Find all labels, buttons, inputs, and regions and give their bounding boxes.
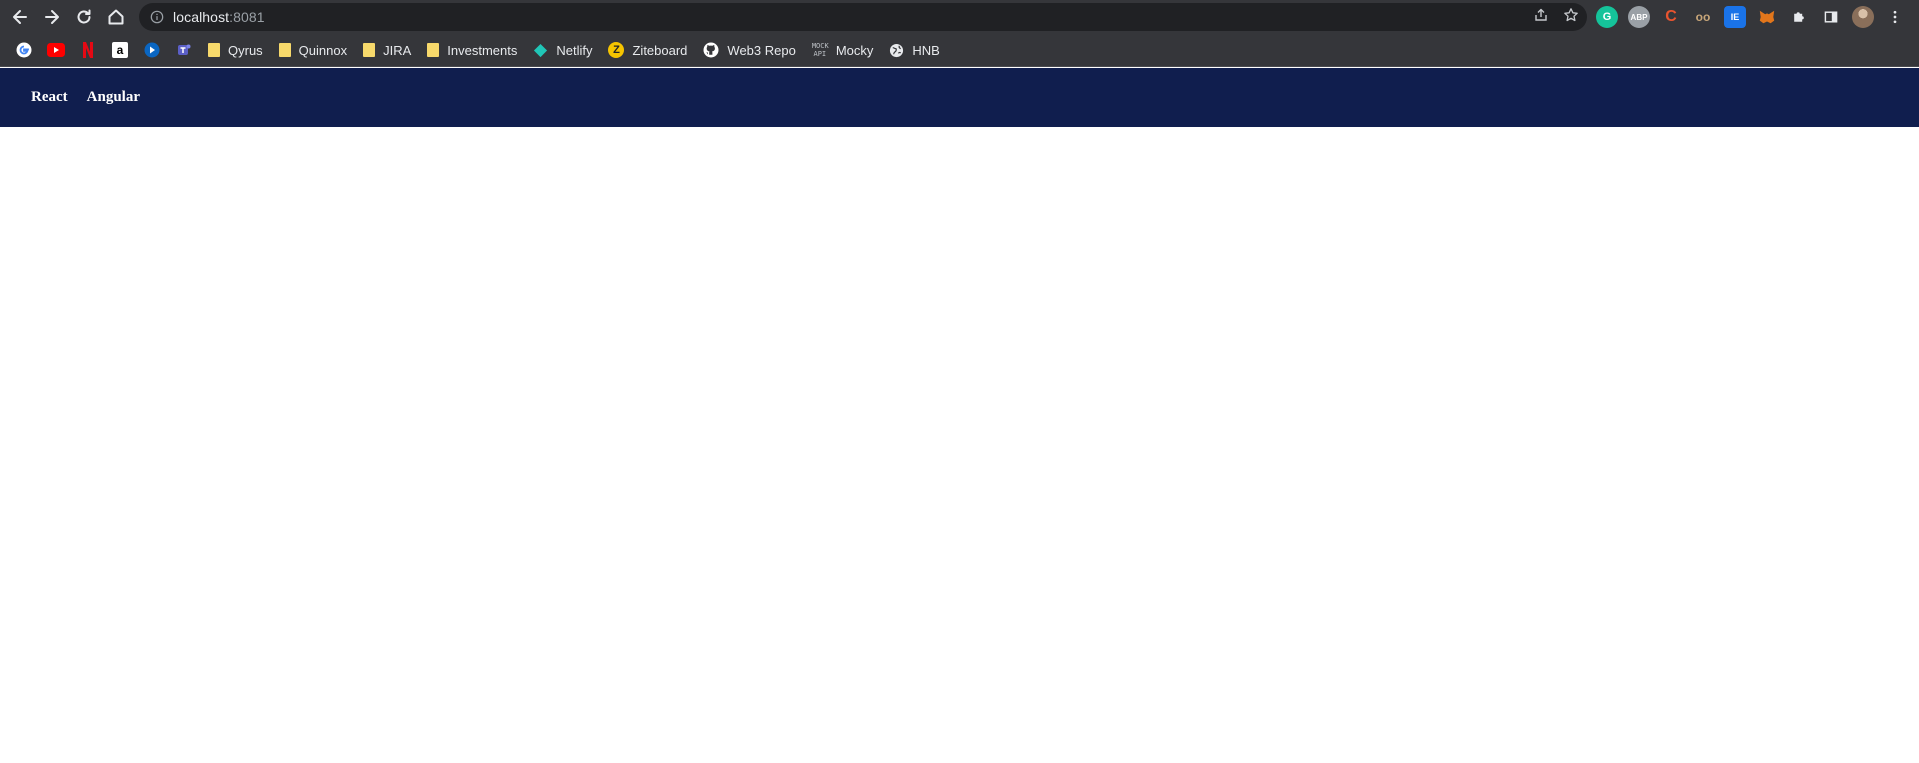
bookmark-netlify[interactable]: Netlify: [525, 36, 600, 64]
google-icon[interactable]: [8, 36, 40, 64]
back-button[interactable]: [4, 0, 36, 34]
bookmark-label: Netlify: [556, 42, 593, 58]
more-vert-icon[interactable]: [1884, 6, 1906, 28]
bookmark-label: HNB: [912, 42, 940, 58]
home-icon: [108, 9, 124, 25]
grammarly-icon[interactable]: G: [1596, 6, 1618, 28]
nav-link-react[interactable]: React: [31, 89, 68, 106]
bookmark-investments[interactable]: Investments: [419, 36, 525, 64]
bookmark-label: Mocky: [835, 42, 874, 58]
bookmark-web3-repo[interactable]: Web3 Repo: [695, 36, 803, 64]
netflix-icon[interactable]: [72, 36, 104, 64]
forward-button[interactable]: [36, 0, 68, 34]
puzzle-icon[interactable]: [1788, 6, 1810, 28]
folder-icon: [208, 43, 220, 57]
amazon-icon[interactable]: a: [104, 36, 136, 64]
forward-icon: [45, 10, 59, 24]
adblock-icon[interactable]: ABP: [1628, 6, 1650, 28]
play-icon[interactable]: [136, 36, 168, 64]
teams-icon[interactable]: [168, 36, 200, 64]
bookmark-ziteboard[interactable]: Z Ziteboard: [600, 36, 695, 64]
bookmark-label: Ziteboard: [632, 42, 688, 58]
bookmark-label: Qyrus: [228, 42, 263, 58]
extensions-area: G ABP C oo IE: [1596, 0, 1906, 34]
profile-avatar-icon[interactable]: [1852, 6, 1874, 28]
url-host: localhost: [173, 9, 230, 25]
page-content: [0, 127, 1919, 763]
bookmark-hnb[interactable]: HNB: [881, 36, 947, 64]
bookmark-qyrus[interactable]: Qyrus: [200, 36, 271, 64]
home-button[interactable]: [100, 0, 132, 34]
back-icon: [13, 10, 27, 24]
bookmark-jira[interactable]: JIRA: [355, 36, 419, 64]
youtube-icon[interactable]: [40, 36, 72, 64]
globe-icon: [890, 43, 904, 57]
share-icon[interactable]: [1533, 7, 1549, 28]
mocky-icon: MOCK API: [811, 42, 829, 58]
url-text[interactable]: localhost:8081: [173, 9, 265, 25]
blue-square-extension-icon[interactable]: IE: [1724, 6, 1746, 28]
bookmark-quinnox[interactable]: Quinnox: [271, 36, 355, 64]
bookmark-label: Quinnox: [298, 42, 348, 58]
reload-button[interactable]: [68, 0, 100, 34]
url-port: :8081: [229, 9, 265, 25]
folder-icon: [278, 43, 291, 57]
owl-extension-icon[interactable]: oo: [1692, 6, 1714, 28]
browser-toolbar: localhost:8081 G ABP C oo IE: [0, 0, 1919, 34]
c-extension-icon[interactable]: C: [1660, 6, 1682, 28]
side-panel-icon[interactable]: [1820, 6, 1842, 28]
star-icon[interactable]: [1563, 7, 1579, 28]
app-navbar: React Angular: [0, 68, 1919, 127]
bookmarks-bar: a Qyrus Quinnox JIRA Investments Netlify…: [0, 34, 1919, 67]
reload-icon: [77, 9, 91, 24]
folder-icon: [427, 43, 440, 57]
bookmark-label: JIRA: [383, 42, 412, 58]
info-icon[interactable]: [149, 9, 165, 25]
folder-icon: [363, 43, 376, 57]
bookmark-label: Investments: [447, 42, 518, 58]
nav-link-angular[interactable]: Angular: [87, 89, 140, 106]
metamask-icon[interactable]: [1756, 6, 1778, 28]
ziteboard-icon: Z: [608, 42, 625, 58]
bookmark-label: Web3 Repo: [727, 42, 796, 58]
address-bar[interactable]: localhost:8081: [139, 3, 1587, 31]
netlify-icon: [534, 43, 548, 57]
bookmark-mocky[interactable]: MOCK API Mocky: [804, 36, 882, 64]
github-icon: [703, 42, 719, 58]
